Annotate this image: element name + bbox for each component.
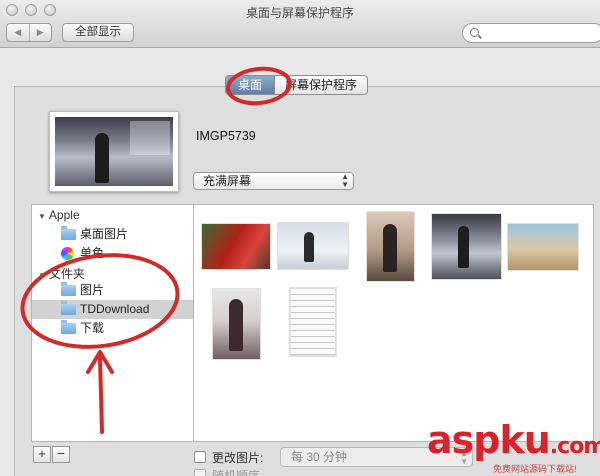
window-title: 桌面与屏幕保护程序 xyxy=(245,6,354,20)
watermark: aspku.com 免费网站源码下载站! xyxy=(427,418,600,474)
change-picture-checkbox[interactable] xyxy=(194,451,206,463)
sidebar-item-downloads[interactable]: 下载 xyxy=(32,319,193,338)
picture-thumbnail[interactable] xyxy=(290,288,336,356)
sidebar-item-label: 桌面图片 xyxy=(80,227,129,241)
folder-icon xyxy=(61,320,76,334)
back-button[interactable]: ◀ xyxy=(7,24,29,41)
picture-thumbnail[interactable] xyxy=(213,289,260,359)
sidebar-item-pictures[interactable]: 图片 xyxy=(32,281,193,300)
random-order-label: 随机顺序 xyxy=(212,469,261,476)
picture-thumbnail[interactable] xyxy=(432,214,501,279)
change-picture-label: 更改图片: xyxy=(212,451,264,465)
remove-folder-button[interactable]: − xyxy=(52,446,70,463)
picture-grid xyxy=(194,204,594,442)
group-label: 文件夹 xyxy=(48,267,85,281)
disclosure-triangle-icon[interactable]: ▼ xyxy=(38,271,46,280)
image-name: IMGP5739 xyxy=(196,129,256,143)
color-wheel-icon xyxy=(61,247,74,260)
show-all-button[interactable]: 全部显示 xyxy=(62,23,134,42)
folder-icon xyxy=(61,301,76,315)
interval-value: 每 30 分钟 xyxy=(291,450,348,464)
sidebar-item-label: 下载 xyxy=(80,321,105,335)
popup-arrows-icon: ▲ ▼ xyxy=(341,172,349,189)
tab-bar: 桌面 屏幕保护程序 xyxy=(225,75,369,95)
tab-screensaver[interactable]: 屏幕保护程序 xyxy=(274,76,367,94)
sidebar-item-solid-colors[interactable]: 单色 xyxy=(32,244,193,263)
folder-icon xyxy=(61,282,76,296)
fit-option-popup[interactable]: 充满屏幕 ▲ ▼ xyxy=(193,172,354,190)
tab-desktop[interactable]: 桌面 xyxy=(226,76,275,94)
picture-thumbnail[interactable] xyxy=(508,224,578,270)
sidebar-item-label: 单色 xyxy=(80,246,105,260)
group-apple[interactable]: ▼ Apple xyxy=(38,208,80,222)
sidebar-item-label: TDDownload xyxy=(80,302,150,316)
picture-thumbnail[interactable] xyxy=(278,223,348,269)
forward-button[interactable]: ▶ xyxy=(28,24,52,41)
fit-option-value: 充满屏幕 xyxy=(203,174,252,188)
source-list: ▼ Apple 桌面图片 单色 ▼ 文件夹 图片 TDDownload 下载 xyxy=(31,204,194,442)
search-icon xyxy=(470,28,479,37)
title-bar: 桌面与屏幕保护程序 ◀ ▶ 全部显示 xyxy=(0,0,600,48)
preview-image xyxy=(55,117,173,186)
back-forward-control: ◀ ▶ xyxy=(6,23,52,42)
picture-thumbnail[interactable] xyxy=(202,224,270,269)
sidebar-item-tddownload[interactable]: TDDownload xyxy=(32,300,193,319)
sidebar-item-desktop-pictures[interactable]: 桌面图片 xyxy=(32,225,193,244)
folder-icon xyxy=(61,226,76,240)
add-folder-button[interactable]: + xyxy=(33,446,51,463)
group-folders[interactable]: ▼ 文件夹 xyxy=(38,265,85,282)
random-order-checkbox[interactable] xyxy=(194,469,206,476)
search-field[interactable] xyxy=(462,23,600,43)
desktop-preview xyxy=(49,111,179,192)
picture-thumbnail[interactable] xyxy=(367,212,414,281)
sidebar-item-label: 图片 xyxy=(80,283,105,297)
disclosure-triangle-icon[interactable]: ▼ xyxy=(38,212,46,221)
watermark-subtitle: 免费网站源码下载站! xyxy=(493,464,577,474)
group-label: Apple xyxy=(48,208,80,222)
watermark-logo: aspku.com xyxy=(427,418,600,462)
